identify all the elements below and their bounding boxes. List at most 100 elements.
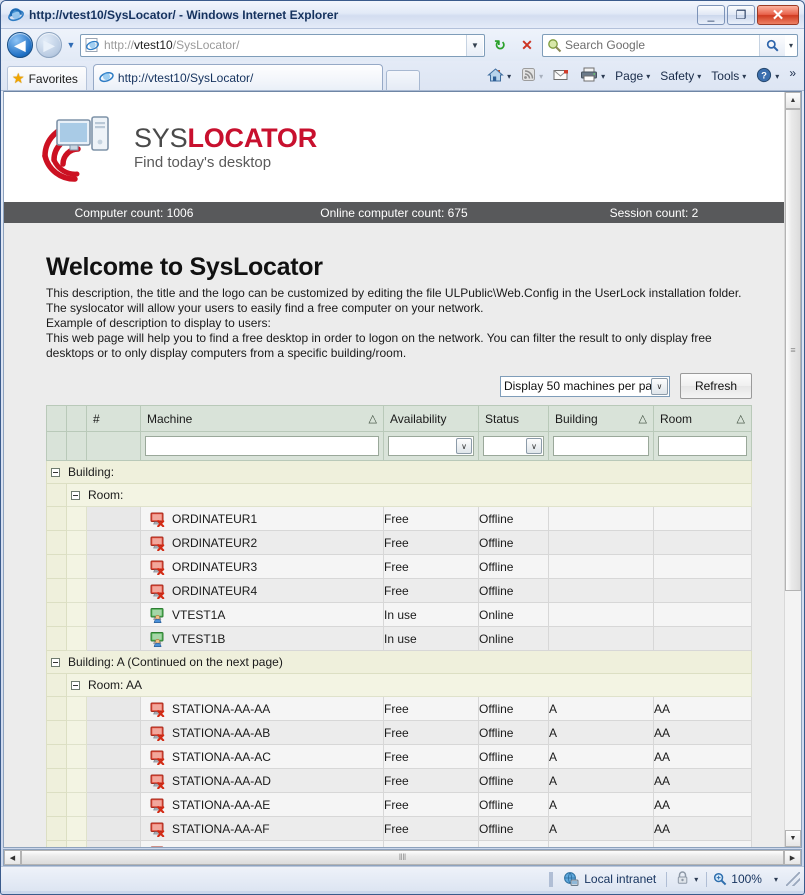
address-dropdown-caret-icon[interactable]: ▼ xyxy=(466,34,483,56)
lock-icon xyxy=(675,870,691,888)
header-building[interactable]: Building △ xyxy=(548,405,654,432)
header-room[interactable]: Room △ xyxy=(653,405,752,432)
address-bar[interactable]: http://vtest10/SysLocator/ ▼ xyxy=(80,33,485,57)
header-availability[interactable]: Availability xyxy=(383,405,479,432)
stop-button[interactable]: ✕ xyxy=(515,33,539,57)
print-caret-icon[interactable]: ▾ xyxy=(601,72,605,81)
search-go-button[interactable] xyxy=(759,34,785,56)
tab-bar: ★ Favorites http://vtest10/SysLocator/ ▾… xyxy=(1,61,804,91)
safety-menu-button[interactable]: Safety ▾ xyxy=(656,67,705,85)
scroll-right-button[interactable]: ▶ xyxy=(784,850,801,865)
page-favicon-icon xyxy=(84,37,100,53)
minimize-button[interactable]: _ xyxy=(697,4,725,25)
collapse-toggle-icon[interactable] xyxy=(51,657,60,667)
group-row-building[interactable]: Building: xyxy=(46,460,752,484)
header-machine[interactable]: Machine △ xyxy=(140,405,384,432)
vertical-scroll-track[interactable]: ≡ xyxy=(785,109,801,830)
tools-menu-button[interactable]: Tools ▾ xyxy=(707,67,750,85)
page-menu-label: Page xyxy=(615,69,644,83)
print-icon xyxy=(580,67,598,85)
scroll-grip-icon: ≡ xyxy=(790,344,796,355)
recent-pages-caret-icon[interactable]: ▼ xyxy=(65,40,77,50)
table-row[interactable]: STATIONA-AA-AE Free Offline A AA xyxy=(46,792,752,817)
horizontal-scroll-thumb[interactable]: ‖‖ xyxy=(21,850,784,865)
group-row-room[interactable]: Room: AA xyxy=(46,673,752,697)
group-room-indent xyxy=(46,483,67,507)
table-row[interactable]: VTEST1B In use Online xyxy=(46,626,752,651)
row-indent-building xyxy=(46,816,67,841)
table-row[interactable]: STATIONA-AA-AGFreeOfflineAAA xyxy=(46,840,752,847)
filter-availability-select[interactable]: ∨ xyxy=(388,436,474,456)
table-row[interactable]: ORDINATEUR1 Free Offline xyxy=(46,506,752,531)
row-indent-building xyxy=(46,530,67,555)
filter-room-input[interactable] xyxy=(658,436,747,456)
table-row[interactable]: ORDINATEUR4 Free Offline xyxy=(46,578,752,603)
table-row[interactable]: ORDINATEUR3 Free Offline xyxy=(46,554,752,579)
machine-name: ORDINATEUR3 xyxy=(172,559,258,574)
group-row-room[interactable]: Room: xyxy=(46,483,752,507)
resize-grip-icon[interactable] xyxy=(786,872,800,886)
table-row[interactable]: STATIONA-AA-AF Free Offline A AA xyxy=(46,816,752,841)
protected-mode-caret-icon[interactable]: ▾ xyxy=(694,875,698,884)
scroll-down-button[interactable]: ▼ xyxy=(785,830,801,847)
group-room-cell: Room: xyxy=(66,483,752,507)
search-input[interactable]: Search Google xyxy=(565,38,759,52)
help-menu-button[interactable]: ? ▾ xyxy=(752,65,783,88)
table-row[interactable]: STATIONA-AA-AD Free Offline A AA xyxy=(46,768,752,793)
home-caret-icon[interactable]: ▾ xyxy=(507,72,511,81)
cell-building xyxy=(548,578,654,603)
security-zone[interactable]: Local intranet xyxy=(553,871,666,887)
filter-machine-input[interactable] xyxy=(145,436,379,456)
new-tab-button[interactable] xyxy=(385,70,420,90)
description-line-2: The syslocator will allow your users to … xyxy=(46,301,484,315)
machine-name: ORDINATEUR1 xyxy=(172,511,258,526)
row-indent-room xyxy=(66,768,87,793)
horizontal-scroll-track[interactable]: ‖‖ xyxy=(21,850,784,865)
filter-building-input[interactable] xyxy=(553,436,649,456)
group-row-building[interactable]: Building: A (Continued on the next page) xyxy=(46,650,752,674)
tools-menu-label: Tools xyxy=(711,69,740,83)
read-mail-button[interactable] xyxy=(549,66,574,87)
logo-tagline: Find today's desktop xyxy=(134,153,272,171)
refresh-button[interactable]: ↻ xyxy=(488,33,512,57)
table-row[interactable]: ORDINATEUR2 Free Offline xyxy=(46,530,752,555)
forward-button[interactable]: ▶ xyxy=(36,32,62,58)
page-vertical-scrollbar[interactable]: ▲ ≡ ▼ xyxy=(784,92,801,847)
search-dropdown-caret-icon[interactable]: ▾ xyxy=(785,41,797,50)
scroll-left-button[interactable]: ◀ xyxy=(4,850,21,865)
cell-machine: STATIONA-AA-AC xyxy=(140,744,384,769)
collapse-toggle-icon[interactable] xyxy=(71,680,80,690)
zoom-caret-icon[interactable]: ▾ xyxy=(774,875,778,884)
refresh-grid-button[interactable]: Refresh xyxy=(679,373,752,399)
page-menu-button[interactable]: Page ▾ xyxy=(611,67,654,85)
command-overflow-button[interactable]: » xyxy=(785,64,800,88)
table-row[interactable]: STATIONA-AA-AB Free Offline A AA xyxy=(46,720,752,745)
table-row[interactable]: VTEST1A In use Online xyxy=(46,602,752,627)
search-box[interactable]: Search Google ▾ xyxy=(542,33,798,57)
home-button[interactable]: ▾ xyxy=(483,65,515,88)
row-indent-building xyxy=(46,840,67,847)
table-row[interactable]: STATIONA-AA-AA Free Offline A AA xyxy=(46,696,752,721)
vertical-scroll-thumb[interactable]: ≡ xyxy=(785,109,801,591)
cell-machine: ORDINATEUR3 xyxy=(140,554,384,579)
zoom-control[interactable]: 100% ▾ xyxy=(707,872,784,886)
cell-availability: Free xyxy=(383,530,479,555)
protected-mode-indicator[interactable]: ▾ xyxy=(667,870,706,888)
page-horizontal-scrollbar[interactable]: ◀ ‖‖ ▶ xyxy=(3,849,802,866)
filter-status-select[interactable]: ∨ xyxy=(483,436,544,456)
header-status[interactable]: Status xyxy=(478,405,549,432)
close-button[interactable]: ✕ xyxy=(757,4,799,25)
page-size-select[interactable]: Display 50 machines per pa ∨ xyxy=(499,375,670,397)
table-row[interactable]: STATIONA-AA-AC Free Offline A AA xyxy=(46,744,752,769)
maximize-button[interactable]: ❐ xyxy=(727,4,755,25)
favorites-button[interactable]: ★ Favorites xyxy=(7,66,87,90)
scroll-up-button[interactable]: ▲ xyxy=(785,92,801,109)
print-button[interactable]: ▾ xyxy=(576,65,609,87)
browser-tab[interactable]: http://vtest10/SysLocator/ xyxy=(92,64,383,90)
computer-inuse-icon xyxy=(150,631,166,647)
collapse-toggle-icon[interactable] xyxy=(51,467,60,477)
back-button[interactable]: ◀ xyxy=(7,32,33,58)
collapse-toggle-icon[interactable] xyxy=(71,490,80,500)
feeds-button[interactable]: ▾ xyxy=(517,65,547,87)
forward-arrow-icon: ▶ xyxy=(43,37,55,53)
